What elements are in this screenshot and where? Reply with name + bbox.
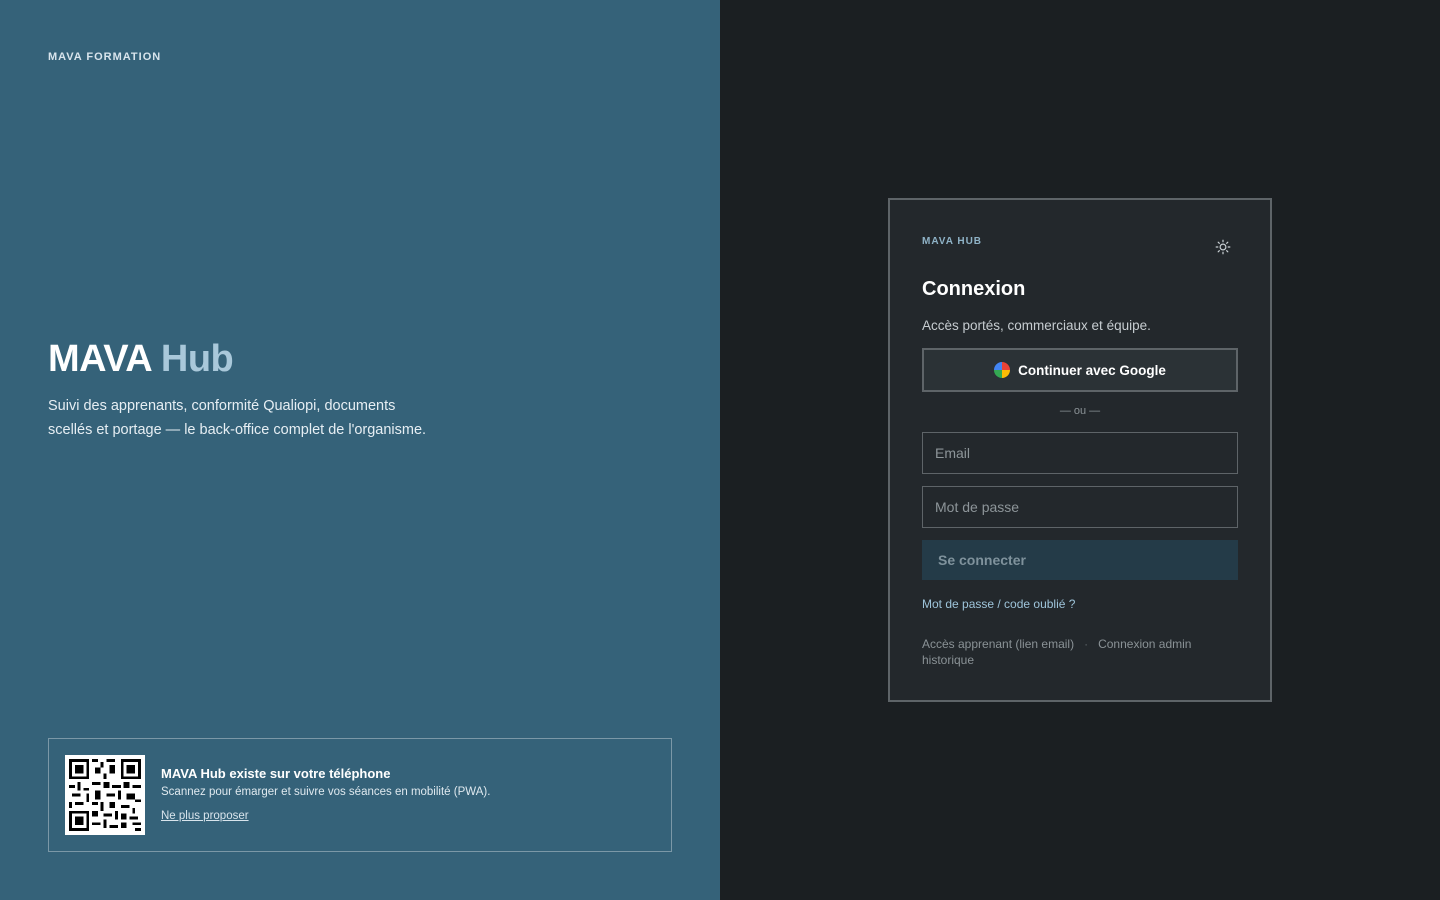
link-separator: · (1084, 637, 1089, 651)
login-title: Connexion (922, 278, 1026, 300)
alt-login-links: Accès apprenant (lien email) · Connexion a… (922, 636, 1222, 668)
theme-toggle-button[interactable] (1214, 238, 1232, 256)
pwa-promo-card: MAVA Hub existe sur votre téléphone Scan… (48, 738, 672, 852)
google-signin-label: Continuer avec Google (1018, 362, 1166, 378)
sun-icon (1215, 239, 1231, 255)
google-signin-button[interactable]: Continuer avec Google (922, 348, 1238, 392)
learner-access-link[interactable]: Accès apprenant (lien email) (922, 637, 1074, 651)
email-input[interactable] (922, 432, 1238, 474)
qr-code-icon (69, 759, 141, 831)
pwa-subtitle: Scannez pour émarger et suivre vos séanc… (161, 786, 491, 798)
pwa-title: MAVA Hub existe sur votre téléphone (161, 766, 391, 781)
or-separator: — ou — (1059, 405, 1101, 417)
login-card: MAVA HUB Connexion Accès portés, commerc… (888, 198, 1272, 702)
hero-title-accent: Hub (160, 338, 234, 380)
forgot-password-link[interactable]: Mot de passe / code oublié ? (922, 597, 1075, 611)
org-brand: MAVA FORMATION (48, 51, 162, 63)
hero-title: MAVA Hub (48, 338, 234, 381)
hero-title-main: MAVA (48, 338, 151, 380)
qr-code (65, 755, 145, 835)
password-input[interactable] (922, 486, 1238, 528)
login-submit-button[interactable]: Se connecter (922, 540, 1238, 580)
pwa-text: MAVA Hub existe sur votre téléphone Scan… (161, 766, 490, 824)
hero-description: Suivi des apprenants, conformité Qualiop… (48, 398, 427, 438)
hero-panel: MAVA FORMATION MAVA Hub Suivi des appren… (0, 0, 720, 900)
google-icon (994, 362, 1011, 378)
card-brand: MAVA HUB (922, 236, 983, 247)
login-subtitle: Accès portés, commerciaux et équipe. (922, 318, 1151, 333)
login-panel: MAVA HUB Connexion Accès portés, commerc… (720, 0, 1440, 900)
pwa-dismiss-link[interactable]: Ne plus proposer (161, 810, 249, 822)
